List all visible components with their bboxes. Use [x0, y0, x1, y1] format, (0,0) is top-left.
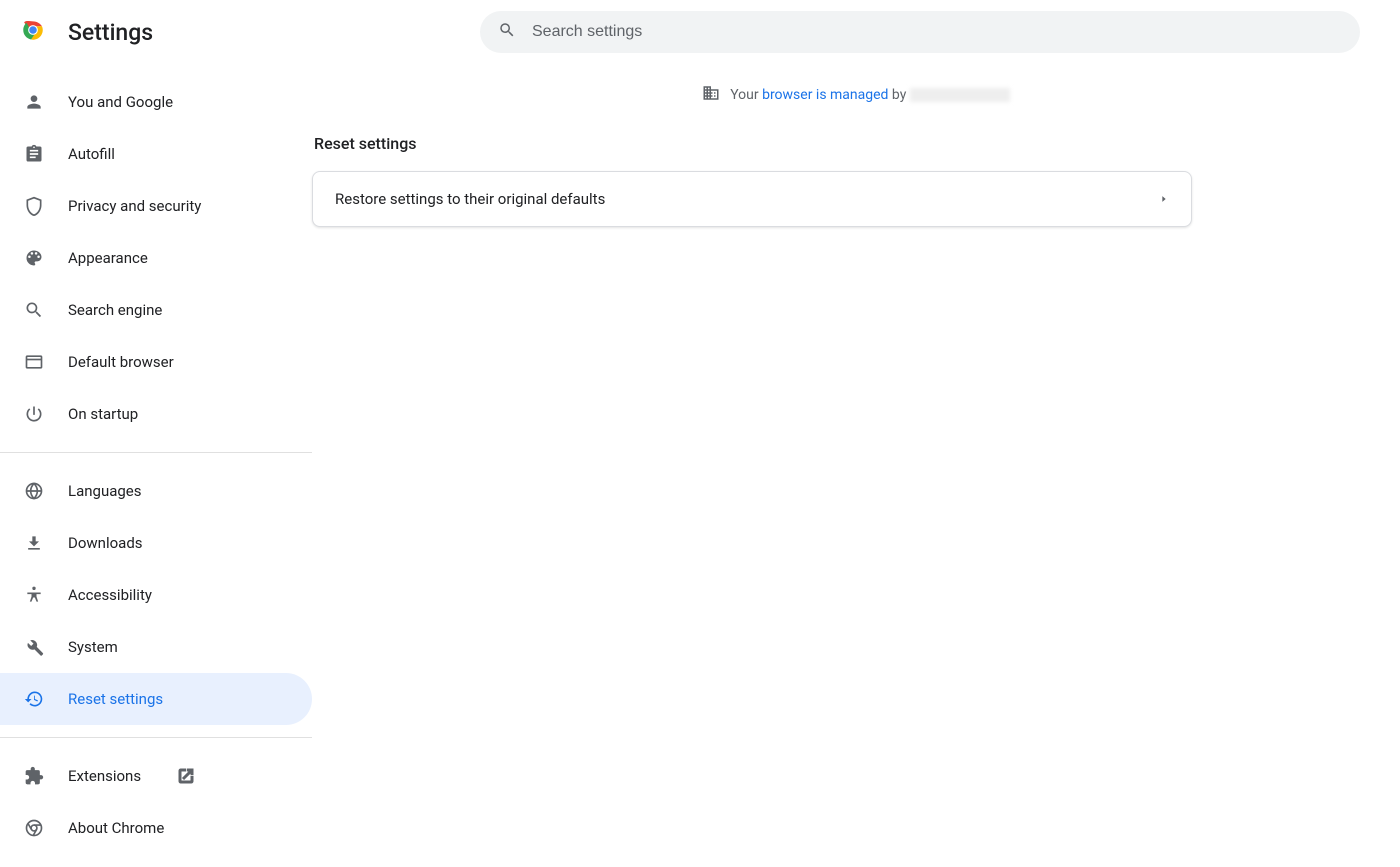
divider [0, 737, 312, 738]
restore-icon [24, 689, 44, 709]
sidebar-item-languages[interactable]: Languages [0, 465, 312, 517]
open-in-new-icon [177, 767, 195, 785]
reset-card: Restore settings to their original defau… [312, 171, 1192, 227]
domain-icon [702, 84, 720, 106]
sidebar-item-label: Privacy and security [68, 197, 201, 215]
sidebar-item-label: Default browser [68, 353, 174, 371]
sidebar-item-search-engine[interactable]: Search engine [0, 284, 312, 336]
chevron-right-icon [1159, 190, 1169, 208]
sidebar-item-system[interactable]: System [0, 621, 312, 673]
managed-org-redacted [910, 88, 1010, 102]
managed-suffix: by [888, 87, 909, 103]
main-content: Your browser is managed by Reset setting… [312, 64, 1400, 854]
search-bar[interactable] [480, 11, 1360, 53]
browser-icon [24, 352, 44, 372]
sidebar-item-label: About Chrome [68, 819, 164, 837]
globe-icon [24, 481, 44, 501]
accessibility-icon [24, 585, 44, 605]
sidebar-item-label: Search engine [68, 301, 162, 319]
sidebar-item-on-startup[interactable]: On startup [0, 388, 312, 440]
sidebar-item-label: Accessibility [68, 586, 152, 604]
header-left: Settings [20, 17, 480, 47]
sidebar-item-autofill[interactable]: Autofill [0, 128, 312, 180]
chrome-logo-icon [20, 17, 46, 47]
managed-link[interactable]: browser is managed [762, 87, 888, 103]
sidebar-item-label: Downloads [68, 534, 143, 552]
palette-icon [24, 248, 44, 268]
app-header: Settings [0, 0, 1400, 64]
sidebar-item-about-chrome[interactable]: About Chrome [0, 802, 312, 854]
divider [0, 452, 312, 453]
search-icon [498, 21, 516, 43]
card-row-label: Restore settings to their original defau… [335, 190, 605, 208]
sidebar-item-default-browser[interactable]: Default browser [0, 336, 312, 388]
search-input[interactable] [532, 23, 1342, 41]
managed-banner: Your browser is managed by [312, 84, 1400, 106]
sidebar-item-appearance[interactable]: Appearance [0, 232, 312, 284]
managed-text: Your browser is managed by [730, 87, 1010, 103]
sidebar: You and Google Autofill Privacy and secu… [0, 64, 312, 854]
sidebar-item-accessibility[interactable]: Accessibility [0, 569, 312, 621]
sidebar-item-label: Reset settings [68, 690, 163, 708]
sidebar-item-you-and-google[interactable]: You and Google [0, 76, 312, 128]
sidebar-item-label: You and Google [68, 93, 173, 111]
restore-defaults-row[interactable]: Restore settings to their original defau… [313, 172, 1191, 226]
search-wrap [480, 11, 1380, 53]
sidebar-item-label: Extensions [68, 767, 141, 785]
sidebar-item-downloads[interactable]: Downloads [0, 517, 312, 569]
shield-icon [24, 196, 44, 216]
search-icon [24, 300, 44, 320]
download-icon [24, 533, 44, 553]
sidebar-item-label: Autofill [68, 145, 115, 163]
chrome-outline-icon [24, 818, 44, 838]
sidebar-item-label: Languages [68, 482, 142, 500]
extension-icon [24, 766, 44, 786]
sidebar-item-reset-settings[interactable]: Reset settings [0, 673, 312, 725]
power-icon [24, 404, 44, 424]
content-area: Reset settings Restore settings to their… [312, 134, 1192, 227]
section-title: Reset settings [312, 134, 1192, 153]
clipboard-icon [24, 144, 44, 164]
sidebar-item-extensions[interactable]: Extensions [0, 750, 312, 802]
wrench-icon [24, 637, 44, 657]
app-title: Settings [68, 19, 153, 46]
sidebar-item-label: On startup [68, 405, 138, 423]
sidebar-item-privacy-and-security[interactable]: Privacy and security [0, 180, 312, 232]
sidebar-item-label: Appearance [68, 249, 148, 267]
managed-prefix: Your [730, 87, 762, 103]
person-icon [24, 92, 44, 112]
sidebar-item-label: System [68, 638, 118, 656]
